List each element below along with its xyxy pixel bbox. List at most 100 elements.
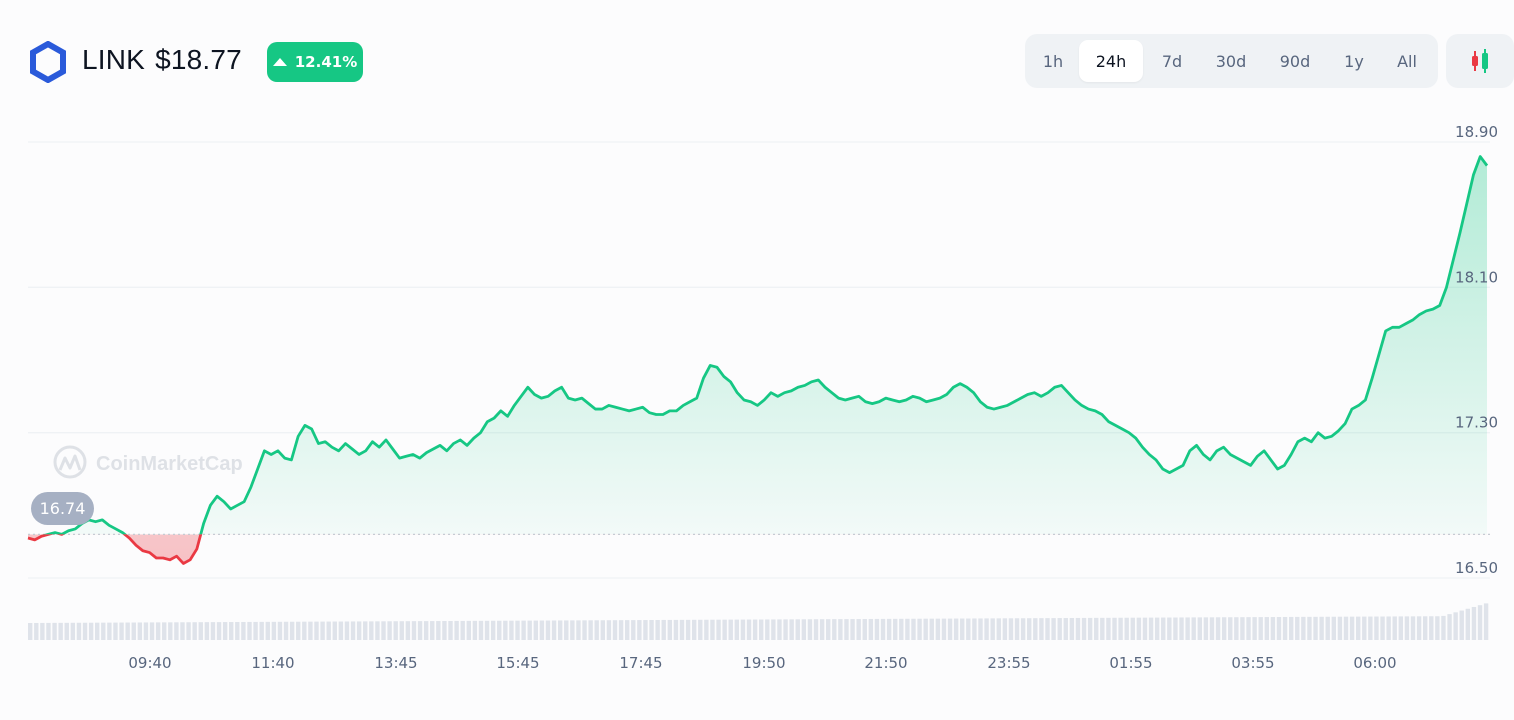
volume-bars <box>28 603 1489 640</box>
volume-bar <box>82 622 88 640</box>
volume-bar <box>1130 617 1135 640</box>
volume-bar <box>1410 616 1416 640</box>
volume-bar <box>1191 617 1196 640</box>
volume-bar <box>277 621 283 640</box>
baseline-label: 16.74 <box>31 492 94 525</box>
volume-bar <box>844 619 849 640</box>
x-tick-label: 09:40 <box>128 654 171 672</box>
price-change-badge: 12.41% <box>267 42 363 82</box>
volume-bar <box>880 618 886 640</box>
volume-bar <box>801 619 807 640</box>
volume-bar <box>1179 617 1184 640</box>
volume-bar <box>95 622 100 640</box>
volume-bar <box>893 618 898 640</box>
volume-bar <box>771 619 776 640</box>
volume-bar <box>70 622 76 640</box>
volume-bar <box>728 619 733 640</box>
volume-bar <box>1075 617 1081 640</box>
volume-bar <box>777 619 782 640</box>
volume-bar <box>28 623 33 640</box>
volume-bar <box>996 618 1001 640</box>
volume-bar <box>905 618 910 640</box>
x-tick-label: 19:50 <box>742 654 785 672</box>
volume-bar <box>1045 618 1050 640</box>
tab-1h[interactable]: 1h <box>1031 40 1075 82</box>
volume-bar <box>862 618 867 640</box>
volume-bar <box>350 621 356 640</box>
candlestick-icon <box>1472 49 1488 73</box>
volume-bar <box>1008 618 1014 640</box>
volume-bar <box>1301 616 1306 640</box>
volume-bar <box>497 620 502 640</box>
asset-title: LINK $18.77 <box>82 44 242 76</box>
volume-bar <box>953 618 959 640</box>
volume-bar <box>1094 617 1099 640</box>
volume-bar <box>326 621 331 640</box>
volume-bar <box>929 618 934 640</box>
volume-bar <box>1307 616 1312 640</box>
volume-bar <box>1215 617 1221 640</box>
volume-bar <box>1337 616 1343 640</box>
volume-bar <box>52 622 57 640</box>
volume-bar <box>58 622 63 640</box>
volume-bar <box>685 619 691 640</box>
tab-1y[interactable]: 1y <box>1331 40 1377 82</box>
volume-bar <box>819 619 825 640</box>
volume-bar <box>606 620 612 640</box>
volume-bar <box>838 619 843 640</box>
volume-bar <box>259 621 264 640</box>
volume-bar <box>1136 617 1142 640</box>
volume-bar <box>1228 617 1233 640</box>
chart-header: LINK $18.77 12.41% 1h 24h 7d 30d 90d 1y … <box>0 0 1514 110</box>
volume-bar <box>600 620 606 640</box>
tab-24h[interactable]: 24h <box>1079 40 1143 82</box>
volume-bar <box>296 621 301 640</box>
volume-bar <box>1477 605 1483 640</box>
volume-bar <box>868 618 874 640</box>
volume-bar <box>856 619 861 640</box>
volume-bar <box>186 622 191 640</box>
tab-30d[interactable]: 30d <box>1203 40 1259 82</box>
volume-bar <box>1112 617 1117 640</box>
volume-bar <box>101 622 106 640</box>
volume-bar <box>1459 610 1464 640</box>
volume-bar <box>460 620 465 640</box>
tab-all[interactable]: All <box>1383 40 1431 82</box>
volume-bar <box>649 620 654 640</box>
price-chart: CoinMarketCap 16.74 16.50 17.30 18.10 18.90… <box>27 123 1498 672</box>
x-axis-labels: 09:40 11:40 13:45 15:45 17:45 19:50 21:50 23:55… <box>128 654 1396 672</box>
volume-bar <box>984 618 989 640</box>
volume-bar <box>643 620 648 640</box>
volume-bar <box>1002 618 1008 640</box>
volume-bar <box>399 621 404 640</box>
tab-90d[interactable]: 90d <box>1267 40 1323 82</box>
volume-bar <box>935 618 941 640</box>
volume-bar <box>241 621 246 640</box>
volume-bar <box>850 619 855 640</box>
volume-bar <box>722 619 727 640</box>
volume-bar <box>271 621 277 640</box>
candlestick-toggle-button[interactable] <box>1446 34 1514 88</box>
asset-symbol: LINK <box>82 44 146 75</box>
volume-bar <box>363 621 368 640</box>
tab-7d[interactable]: 7d <box>1149 40 1195 82</box>
volume-bar <box>698 619 703 640</box>
volume-bar <box>765 619 770 640</box>
volume-bar <box>405 621 411 640</box>
volume-bar <box>168 622 173 640</box>
volume-bar <box>411 621 417 640</box>
volume-bar <box>813 619 819 640</box>
volume-bar <box>1447 614 1452 640</box>
volume-bar <box>1465 608 1471 640</box>
volume-bar <box>1368 616 1373 640</box>
volume-bar <box>314 621 319 640</box>
area-above-baseline <box>28 156 1487 535</box>
volume-bar <box>874 618 880 640</box>
chainlink-logo-icon <box>30 41 66 83</box>
volume-bar <box>356 621 362 640</box>
volume-bar <box>941 618 947 640</box>
volume-bar <box>1100 617 1105 640</box>
volume-bar <box>1209 617 1215 640</box>
volume-bar <box>216 622 222 640</box>
volume-bar <box>393 621 398 640</box>
